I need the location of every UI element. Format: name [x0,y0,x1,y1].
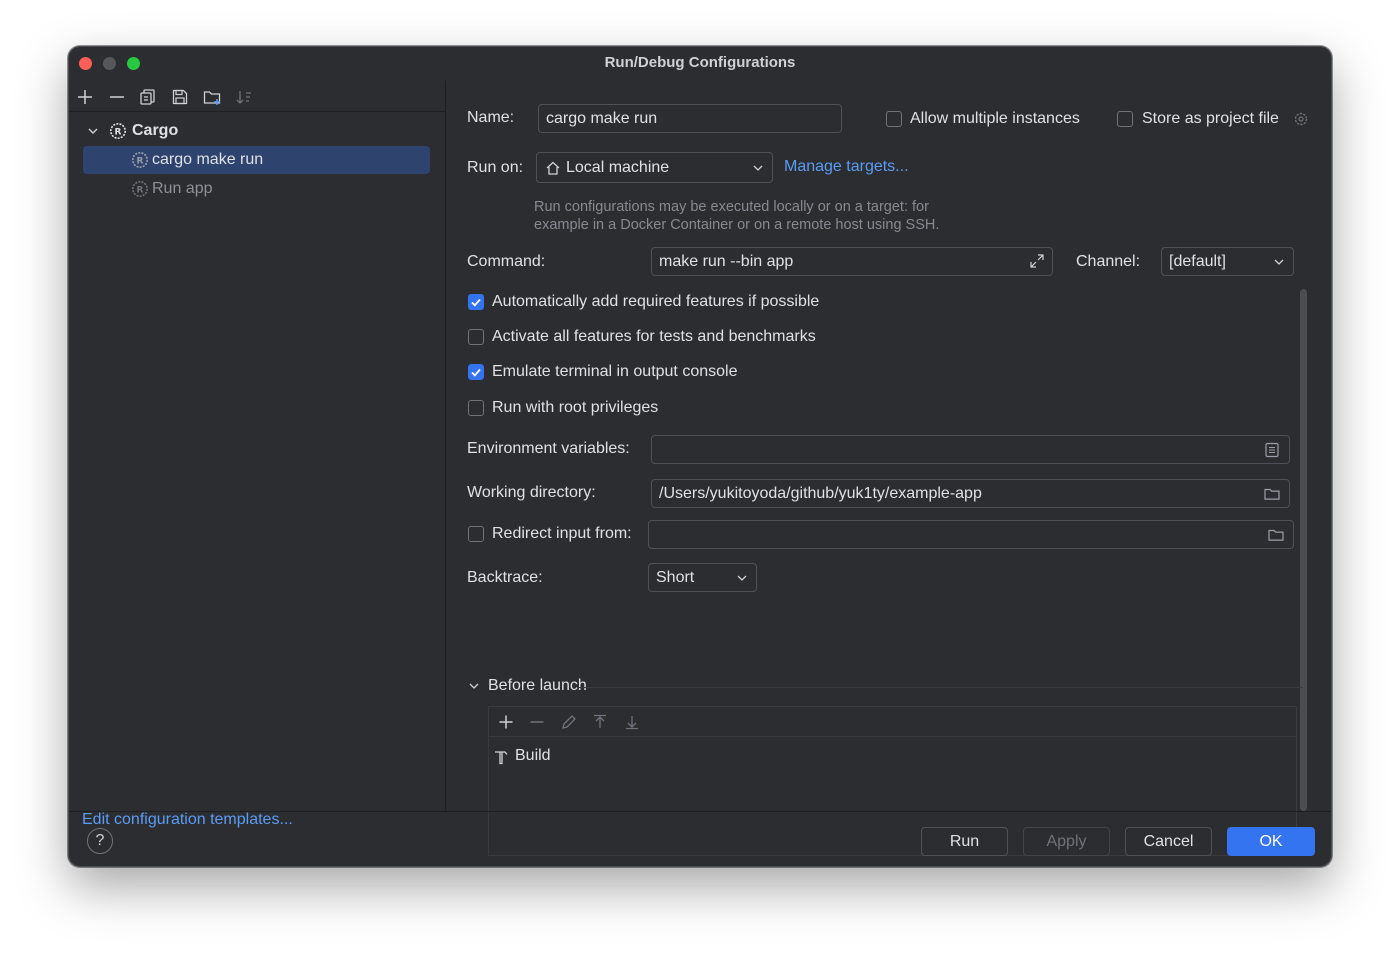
apply-button[interactable]: Apply [1023,827,1110,856]
emulate-terminal-checkbox[interactable] [468,364,484,380]
manage-targets-link[interactable]: Manage targets... [784,158,909,176]
command-label: Command: [467,253,546,270]
tree-item-label: cargo make run [152,151,264,168]
checkmark-icon [471,298,481,307]
move-down-icon[interactable] [623,713,641,731]
configurations-sidebar: R Cargo R cargo make run R Run app Edit … [69,81,446,828]
allow-multiple-checkbox[interactable] [886,111,902,127]
root-privileges-checkbox[interactable] [468,400,484,416]
env-input[interactable] [651,435,1290,464]
home-icon [546,161,560,175]
auto-features-checkbox[interactable] [468,294,484,310]
auto-features-label: Automatically add required features if p… [492,293,820,310]
chevron-down-icon [737,575,747,581]
command-input[interactable]: make run --bin app [651,247,1053,276]
before-launch-toolbar [489,707,1296,737]
redirect-input[interactable] [648,520,1294,549]
plus-icon[interactable] [497,713,515,731]
before-launch-title[interactable]: Before launch [488,677,587,695]
tree-item-label: Run app [152,180,213,197]
run-on-select[interactable]: Local machine [536,152,773,183]
new-folder-icon[interactable] [202,87,222,107]
workdir-input[interactable]: /Users/yukitoyoda/github/yuk1ty/example-… [651,479,1290,508]
backtrace-label: Backtrace: [467,569,543,586]
run-button[interactable]: Run [921,827,1008,856]
backtrace-select[interactable]: Short [648,563,757,592]
chevron-down-icon[interactable] [85,117,101,145]
tree-item-run-app[interactable]: R Run app [83,175,430,203]
save-icon[interactable] [170,87,190,107]
window-title: Run/Debug Configurations [604,54,796,71]
minus-icon[interactable] [107,87,127,107]
name-input[interactable]: cargo make run [538,104,842,133]
channel-select[interactable]: [default] [1161,247,1294,276]
svg-text:R: R [115,128,122,138]
store-project-label: Store as project file [1142,110,1279,127]
folder-icon[interactable] [1263,485,1281,503]
backtrace-value: Short [656,569,695,586]
emulate-terminal-label: Emulate terminal in output console [492,363,738,380]
task-label: Build [515,747,551,764]
dialog-footer: ? Run Apply Cancel OK [69,811,1331,866]
all-features-label: Activate all features for tests and benc… [492,328,816,345]
before-launch-task-build[interactable]: Build [489,743,1296,771]
configuration-form: Name: cargo make run Allow multiple inst… [447,81,1331,856]
chevron-down-icon[interactable] [467,679,481,693]
tree-group-label: Cargo [132,122,179,139]
env-label: Environment variables: [467,440,630,457]
hammer-icon [495,751,508,765]
all-features-checkbox[interactable] [468,329,484,345]
close-window-button[interactable] [79,57,92,70]
minimize-window-button[interactable] [103,57,116,70]
rust-icon: R [110,123,126,139]
allow-multiple-label: Allow multiple instances [910,110,1080,127]
form-scrollbar[interactable] [1300,289,1307,811]
cancel-button[interactable]: Cancel [1125,827,1212,856]
pencil-icon[interactable] [560,713,578,731]
run-on-hint-line1: Run configurations may be executed local… [534,199,929,215]
list-icon[interactable] [1263,441,1281,459]
chevron-down-icon [753,165,763,171]
run-debug-dialog: Run/Debug Configurations R Cargo R cargo… [68,46,1332,867]
svg-text:R: R [137,186,144,196]
redirect-label: Redirect input from: [492,525,632,542]
move-up-icon[interactable] [591,713,609,731]
channel-value: [default] [1169,253,1226,270]
tree-group-cargo[interactable]: R Cargo [83,117,430,145]
minus-icon[interactable] [528,713,546,731]
expand-icon[interactable] [1028,252,1046,270]
copy-icon[interactable] [138,87,158,107]
rust-icon: R [132,181,148,197]
run-on-hint-line2: example in a Docker Container or on a re… [534,217,940,233]
checkmark-icon [471,368,481,377]
run-on-value: Local machine [566,159,670,176]
channel-label: Channel: [1076,253,1141,270]
run-on-label: Run on: [467,159,524,176]
command-value: make run --bin app [659,253,794,270]
workdir-label: Working directory: [467,484,596,501]
chevron-down-icon [1274,259,1284,265]
sidebar-toolbar [69,81,445,112]
tree-item-cargo-make-run[interactable]: R cargo make run [83,146,430,174]
svg-text:R: R [137,157,144,167]
root-privileges-label: Run with root privileges [492,399,659,416]
redirect-checkbox[interactable] [468,526,484,542]
help-button[interactable]: ? [87,828,113,854]
folder-icon[interactable] [1267,526,1285,544]
rust-icon: R [132,152,148,168]
ok-button[interactable]: OK [1227,827,1315,856]
sort-icon[interactable] [234,87,254,107]
maximize-window-button[interactable] [127,57,140,70]
gear-icon[interactable] [1292,110,1310,128]
name-label: Name: [467,109,515,126]
before-launch-divider [577,687,1303,688]
store-project-checkbox[interactable] [1117,111,1133,127]
plus-icon[interactable] [75,87,95,107]
